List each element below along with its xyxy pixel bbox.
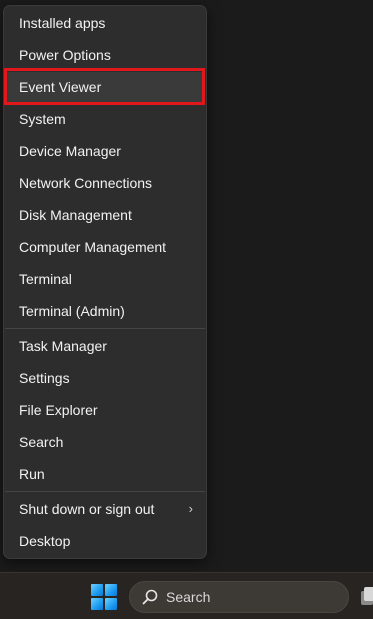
winx-context-menu: Installed apps Power Options Event Viewe… xyxy=(3,5,207,559)
menu-item-network-connections[interactable]: Network Connections xyxy=(5,168,205,198)
menu-item-terminal[interactable]: Terminal xyxy=(5,264,205,294)
menu-item-search[interactable]: Search xyxy=(5,427,205,457)
search-label: Search xyxy=(166,589,211,605)
menu-item-task-manager[interactable]: Task Manager xyxy=(5,331,205,361)
menu-item-label: Shut down or sign out xyxy=(19,501,155,517)
menu-item-installed-apps[interactable]: Installed apps xyxy=(5,8,205,38)
menu-item-system[interactable]: System xyxy=(5,104,205,134)
menu-item-shut-down-or-sign-out[interactable]: Shut down or sign out › xyxy=(5,494,205,524)
search-icon xyxy=(142,589,158,605)
menu-item-terminal-admin[interactable]: Terminal (Admin) xyxy=(5,296,205,326)
menu-separator xyxy=(5,491,205,492)
menu-item-device-manager[interactable]: Device Manager xyxy=(5,136,205,166)
menu-item-file-explorer[interactable]: File Explorer xyxy=(5,395,205,425)
menu-item-power-options[interactable]: Power Options xyxy=(5,40,205,70)
windows-logo-icon[interactable] xyxy=(91,584,117,610)
taskbar-search-box[interactable]: Search xyxy=(129,581,349,613)
menu-separator xyxy=(5,328,205,329)
app-icon[interactable] xyxy=(361,585,373,607)
menu-item-computer-management[interactable]: Computer Management xyxy=(5,232,205,262)
menu-item-event-viewer[interactable]: Event Viewer xyxy=(5,72,205,102)
menu-item-settings[interactable]: Settings xyxy=(5,363,205,393)
chevron-right-icon: › xyxy=(188,501,193,516)
menu-item-run[interactable]: Run xyxy=(5,459,205,489)
menu-item-desktop[interactable]: Desktop xyxy=(5,526,205,556)
menu-item-disk-management[interactable]: Disk Management xyxy=(5,200,205,230)
taskbar: Search xyxy=(0,572,373,619)
